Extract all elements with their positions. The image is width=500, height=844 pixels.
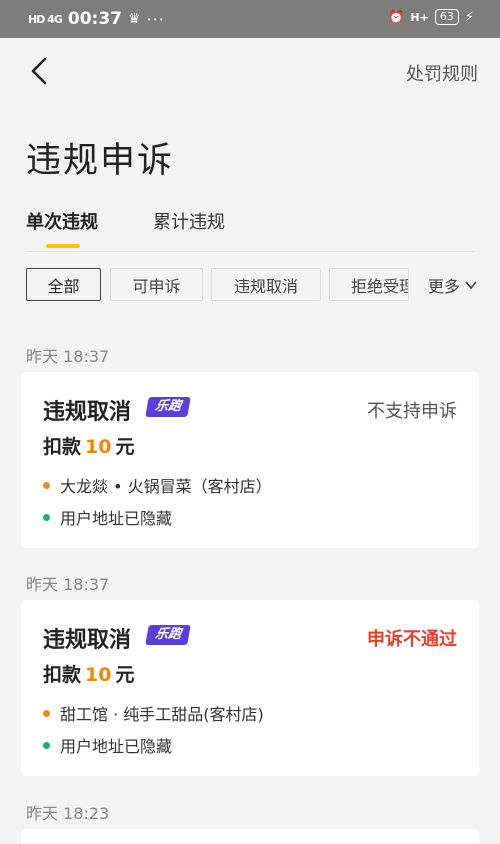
violation-card[interactable] — [21, 829, 479, 844]
alarm-icon: ⏰ — [388, 9, 405, 25]
store-line: 甜工馆 · 纯手工甜品(客村店) — [43, 701, 264, 725]
deduction: 扣款 10 元 — [43, 432, 134, 459]
address-line: 用户地址已隐藏 — [43, 733, 172, 757]
active-tab-indicator — [46, 244, 80, 248]
crown-icon: ♛ — [127, 11, 141, 27]
more-filters-button[interactable]: 更多 — [428, 273, 478, 297]
filter-chip-violation-cancel[interactable]: 违规取消 — [211, 268, 321, 301]
filter-chip-all[interactable]: 全部 — [26, 268, 101, 301]
violation-card[interactable]: 违规取消 乐跑 不支持申诉 扣款 10 元 大龙燚 • 火锅冒菜（客村店） 用户地址… — [21, 372, 479, 548]
record-date: 昨天 18:23 — [26, 804, 110, 823]
store-dot-icon — [43, 709, 50, 717]
store-line: 大龙燚 • 火锅冒菜（客村店） — [43, 473, 272, 497]
rider-badge: 乐跑 — [145, 397, 191, 417]
address-dot-icon — [43, 741, 50, 749]
violation-card[interactable]: 违规取消 乐跑 申诉不通过 扣款 10 元 甜工馆 · 纯手工甜品(客村店) 用户地… — [21, 600, 479, 776]
deduction-amount: 10 — [85, 664, 112, 686]
tab-single-violation[interactable]: 单次违规 — [26, 208, 98, 234]
charging-icon: ⚡ — [464, 9, 474, 25]
status-time: 00:37 — [67, 9, 122, 29]
customer-address: 用户地址已隐藏 — [60, 737, 173, 756]
filter-chip-row: 全部 可申诉 违规取消 拒绝受理 更多 — [26, 268, 500, 302]
violation-type: 违规取消 — [43, 628, 132, 653]
chevron-down-icon — [465, 281, 477, 290]
deduction-label: 扣款 — [43, 664, 82, 686]
page-title: 违规申诉 — [26, 141, 175, 181]
deduction-unit: 元 — [115, 436, 135, 458]
penalty-rules-link[interactable]: 处罚规则 — [406, 60, 478, 86]
record-date: 昨天 18:37 — [26, 347, 110, 366]
network-icon: H+ — [410, 10, 429, 24]
filter-chip-rejected[interactable]: 拒绝受理 — [329, 268, 409, 301]
deduction-label: 扣款 — [43, 436, 82, 458]
filter-chip-appealable[interactable]: 可申诉 — [110, 268, 203, 301]
store-dot-icon — [43, 481, 50, 489]
appeal-status: 申诉不通过 — [367, 629, 457, 650]
back-arrow-icon[interactable] — [28, 56, 52, 86]
store-name: 甜工馆 · 纯手工甜品(客村店) — [60, 705, 264, 724]
deduction-unit: 元 — [115, 664, 135, 686]
status-bar: HD 4G 00:37 ♛ ··· ⏰ H+ 63 ⚡ — [0, 0, 500, 38]
rider-badge: 乐跑 — [145, 625, 191, 645]
more-filters-label: 更多 — [428, 277, 461, 296]
signal-icon: HD 4G — [28, 12, 63, 26]
store-name: 大龙燚 • 火锅冒菜（客村店） — [60, 477, 272, 496]
customer-address: 用户地址已隐藏 — [60, 509, 173, 528]
divider — [26, 251, 474, 252]
more-notifications-icon: ··· — [146, 9, 165, 29]
tab-cumulative-violation[interactable]: 累计违规 — [153, 208, 225, 234]
battery-icon: 63 — [434, 9, 459, 25]
appeal-status: 不支持申诉 — [367, 401, 457, 422]
address-dot-icon — [43, 513, 50, 521]
deduction: 扣款 10 元 — [43, 660, 134, 687]
record-date: 昨天 18:37 — [26, 575, 110, 594]
address-line: 用户地址已隐藏 — [43, 505, 172, 529]
deduction-amount: 10 — [85, 436, 112, 458]
violation-type: 违规取消 — [43, 400, 132, 425]
nav-bar: 处罚规则 — [0, 38, 500, 104]
